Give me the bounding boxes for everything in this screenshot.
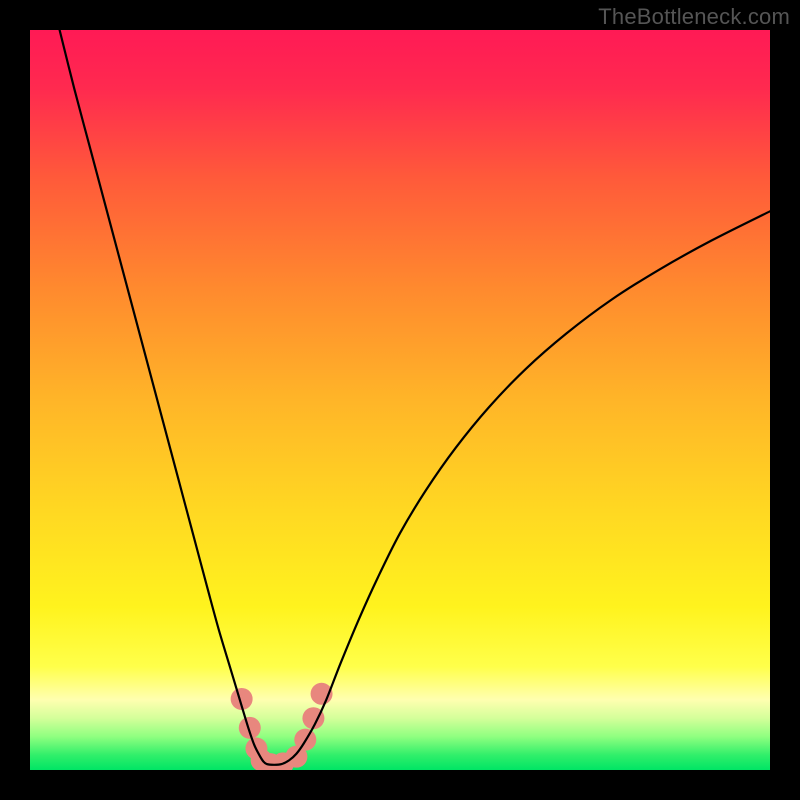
marker-group [231,683,333,770]
plot-area [30,30,770,770]
watermark-text: TheBottleneck.com [598,4,790,30]
curve-layer [30,30,770,770]
chart-frame: TheBottleneck.com [0,0,800,800]
bottleneck-curve [60,30,770,765]
